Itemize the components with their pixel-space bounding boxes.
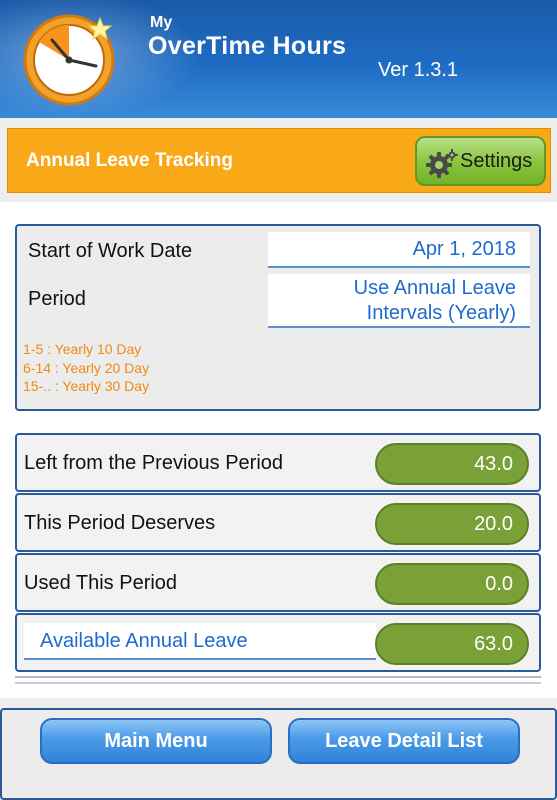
start-date-field[interactable]: Apr 1, 2018 [268, 232, 530, 268]
divider [15, 676, 541, 678]
settings-button[interactable]: Settings [415, 136, 546, 186]
row-label: This Period Deserves [24, 512, 216, 534]
legend-item: 6-14 : Yearly 20 Day [23, 359, 150, 376]
row-label: Used This Period [24, 572, 178, 594]
page-title: Annual Leave Tracking [26, 150, 233, 171]
legend-item: 15-.. : Yearly 30 Day [23, 378, 150, 394]
legend-item: 1-5 : Yearly 10 Day [23, 341, 142, 357]
leave-interval-legend: 1-5 : Yearly 10 Day 6-14 : Yearly 20 Day… [23, 340, 149, 396]
start-date-label: Start of Work Date [28, 240, 193, 262]
main-panel: Start of Work Date Apr 1, 2018 Period Us… [0, 202, 557, 698]
app-header: My OverTime Hours Ver 1.3.1 [0, 0, 557, 118]
row-left-previous: Left from the Previous Period 43.0 [15, 433, 541, 492]
clock-logo-icon [23, 14, 115, 106]
row-available-leave: Available Annual Leave 63.0 [15, 613, 541, 672]
bottom-bar: Main Menu Leave Detail List [0, 708, 557, 800]
used-period-value[interactable]: 0.0 [375, 563, 529, 605]
main-menu-button[interactable]: Main Menu [40, 718, 272, 764]
period-field[interactable]: Use Annual Leave Intervals (Yearly) [268, 274, 530, 328]
app-version: Ver 1.3.1 [378, 59, 459, 81]
period-value-line2: Intervals (Yearly) [366, 302, 516, 324]
available-leave-value: 63.0 [375, 623, 529, 665]
leave-detail-list-button[interactable]: Leave Detail List [288, 718, 520, 764]
app-prefix: My [150, 14, 173, 31]
settings-label: Settings [460, 150, 533, 172]
period-deserves-value[interactable]: 20.0 [375, 503, 529, 545]
available-leave-label: Available Annual Leave [40, 630, 248, 652]
gear-icon [426, 149, 458, 178]
period-label: Period [28, 288, 86, 310]
period-value-line1: Use Annual Leave [353, 277, 516, 299]
row-label: Left from the Previous Period [24, 452, 284, 474]
app-name: OverTime Hours [148, 32, 347, 60]
row-period-deserves: This Period Deserves 20.0 [15, 493, 541, 552]
divider [15, 682, 541, 684]
available-leave-field: Available Annual Leave [24, 623, 376, 660]
row-used-period: Used This Period 0.0 [15, 553, 541, 612]
work-info-box: Start of Work Date Apr 1, 2018 Period Us… [15, 224, 541, 411]
left-previous-value[interactable]: 43.0 [375, 443, 529, 485]
page-title-bar: Annual Leave Tracking Settings [7, 128, 551, 193]
